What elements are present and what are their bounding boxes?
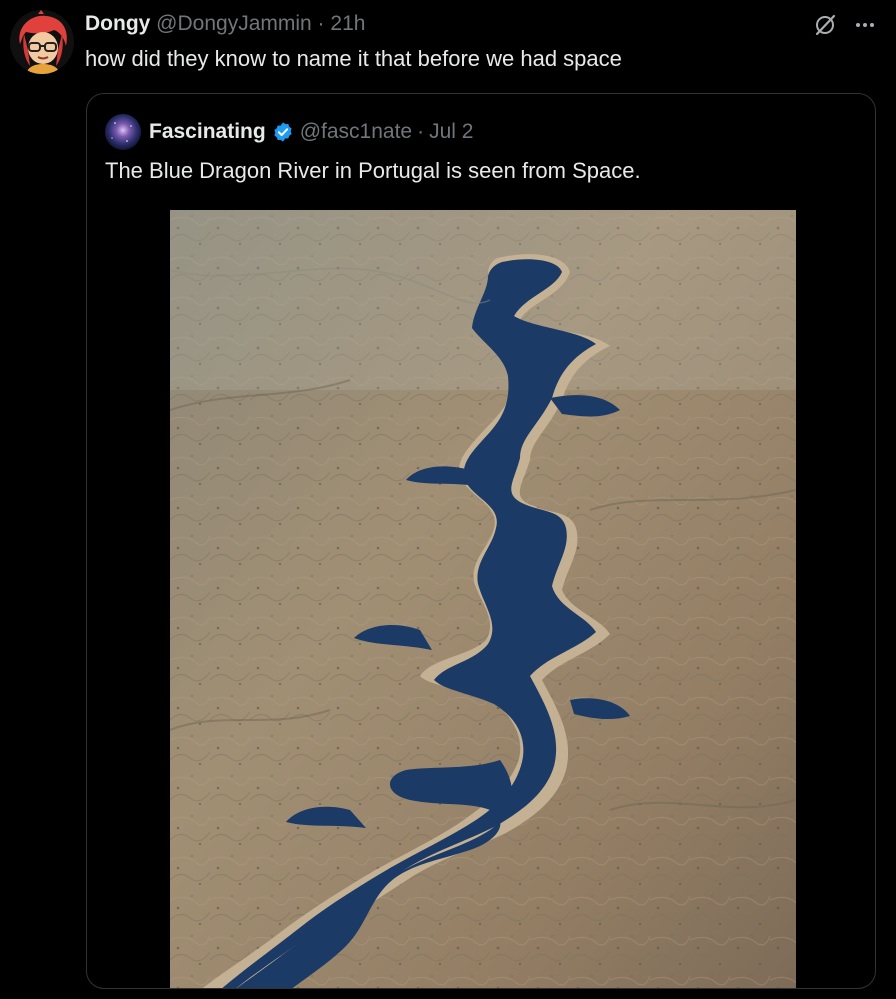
header-separator: · — [317, 12, 325, 35]
verified-icon — [274, 122, 292, 142]
quoted-author-avatar[interactable] — [105, 114, 141, 150]
quoted-tweet-header: Fascinating @fasc1nate · Jul 2 — [105, 114, 473, 150]
tweet[interactable]: Dongy @DongyJammin · 21h how did they kn… — [0, 0, 896, 999]
aerial-river-photo — [170, 210, 796, 988]
quoted-tweet-media[interactable] — [170, 210, 796, 988]
quoted-header-separator: · — [417, 120, 425, 143]
quoted-tweet[interactable]: Fascinating @fasc1nate · Jul 2 The Blue … — [86, 93, 876, 989]
quoted-tweet-date[interactable]: Jul 2 — [429, 119, 473, 145]
galaxy-avatar-icon — [105, 114, 141, 150]
more-horizontal-icon — [856, 23, 874, 27]
grok-icon — [815, 14, 836, 36]
grok-button[interactable] — [812, 12, 838, 38]
more-button[interactable] — [852, 12, 878, 38]
tweet-actions-top — [812, 12, 878, 38]
quoted-author-handle[interactable]: @fasc1nate — [300, 119, 412, 145]
tweet-header: Dongy @DongyJammin · 21h — [85, 11, 365, 37]
author-avatar[interactable] — [10, 10, 74, 74]
tweet-time[interactable]: 21h — [330, 12, 365, 35]
author-name[interactable]: Dongy — [85, 12, 150, 35]
quoted-author-name[interactable]: Fascinating — [149, 119, 266, 145]
quoted-tweet-text: The Blue Dragon River in Portugal is see… — [105, 158, 641, 183]
cartoon-avatar-icon — [10, 10, 74, 74]
verified-badge — [272, 121, 294, 143]
author-handle[interactable]: @DongyJammin — [156, 12, 312, 35]
tweet-text: how did they know to name it that before… — [85, 46, 622, 71]
